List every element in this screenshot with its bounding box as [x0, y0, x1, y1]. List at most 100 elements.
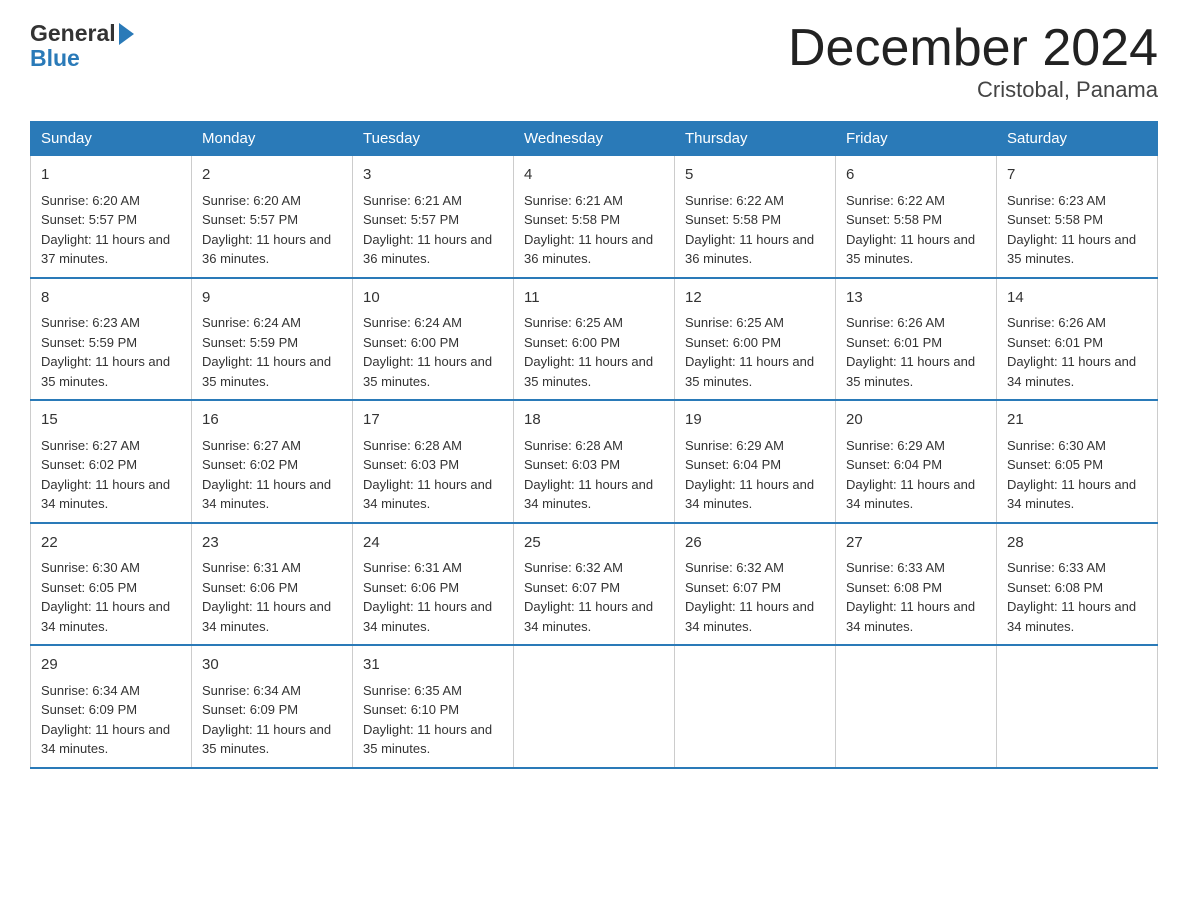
sunset-text: Sunset: 6:02 PM	[202, 457, 298, 472]
calendar-week-row: 1 Sunrise: 6:20 AM Sunset: 5:57 PM Daylight…	[31, 156, 1158, 278]
sunrise-text: Sunrise: 6:20 AM	[41, 193, 140, 208]
sunrise-text: Sunrise: 6:20 AM	[202, 193, 301, 208]
table-row: 27Sunrise: 6:33 AMSunset: 6:08 PMDayligh…	[836, 523, 997, 646]
sunset-text: Sunset: 5:59 PM	[41, 335, 137, 350]
sunset-text: Sunset: 6:03 PM	[363, 457, 459, 472]
sunset-text: Sunset: 6:07 PM	[685, 580, 781, 595]
sunrise-text: Sunrise: 6:26 AM	[846, 315, 945, 330]
daylight-text: Daylight: 11 hours and 34 minutes.	[846, 599, 975, 634]
day-number: 4	[524, 164, 664, 187]
day-number: 12	[685, 287, 825, 310]
table-row: 2 Sunrise: 6:20 AM Sunset: 5:57 PM Daylight…	[192, 156, 353, 278]
day-number: 27	[846, 532, 986, 555]
daylight-text: Daylight: 11 hours and 36 minutes.	[524, 232, 653, 267]
table-row	[997, 645, 1158, 768]
col-friday: Friday	[836, 122, 997, 156]
sunrise-text: Sunrise: 6:29 AM	[685, 438, 784, 453]
sunset-text: Sunset: 5:57 PM	[202, 212, 298, 227]
sunrise-text: Sunrise: 6:32 AM	[524, 560, 623, 575]
table-row: 29Sunrise: 6:34 AMSunset: 6:09 PMDayligh…	[31, 645, 192, 768]
col-thursday: Thursday	[675, 122, 836, 156]
table-row: 12 Sunrise: 6:25 AM Sunset: 6:00 PM Dayligh…	[675, 278, 836, 401]
sunset-text: Sunset: 5:59 PM	[202, 335, 298, 350]
daylight-text: Daylight: 11 hours and 35 minutes.	[685, 354, 814, 389]
sunrise-text: Sunrise: 6:34 AM	[202, 683, 301, 698]
table-row: 23Sunrise: 6:31 AMSunset: 6:06 PMDayligh…	[192, 523, 353, 646]
sunrise-text: Sunrise: 6:35 AM	[363, 683, 462, 698]
table-row: 22Sunrise: 6:30 AMSunset: 6:05 PMDayligh…	[31, 523, 192, 646]
daylight-text: Daylight: 11 hours and 34 minutes.	[524, 477, 653, 512]
day-number: 26	[685, 532, 825, 555]
day-number: 8	[41, 287, 181, 310]
daylight-text: Daylight: 11 hours and 36 minutes.	[363, 232, 492, 267]
sunrise-text: Sunrise: 6:30 AM	[1007, 438, 1106, 453]
daylight-text: Daylight: 11 hours and 37 minutes.	[41, 232, 170, 267]
daylight-text: Daylight: 11 hours and 34 minutes.	[363, 477, 492, 512]
day-number: 10	[363, 287, 503, 310]
sunset-text: Sunset: 6:00 PM	[685, 335, 781, 350]
sunset-text: Sunset: 6:03 PM	[524, 457, 620, 472]
sunrise-text: Sunrise: 6:32 AM	[685, 560, 784, 575]
page-header: General Blue December 2024 Cristobal, Pa…	[30, 20, 1158, 103]
sunset-text: Sunset: 5:58 PM	[1007, 212, 1103, 227]
sunrise-text: Sunrise: 6:24 AM	[363, 315, 462, 330]
day-number: 20	[846, 409, 986, 432]
sunrise-text: Sunrise: 6:31 AM	[363, 560, 462, 575]
day-number: 11	[524, 287, 664, 310]
sunrise-text: Sunrise: 6:23 AM	[41, 315, 140, 330]
daylight-text: Daylight: 11 hours and 36 minutes.	[202, 232, 331, 267]
day-number: 19	[685, 409, 825, 432]
table-row: 13Sunrise: 6:26 AMSunset: 6:01 PMDayligh…	[836, 278, 997, 401]
day-number: 18	[524, 409, 664, 432]
sunset-text: Sunset: 5:57 PM	[41, 212, 137, 227]
day-number: 21	[1007, 409, 1147, 432]
table-row: 28Sunrise: 6:33 AMSunset: 6:08 PMDayligh…	[997, 523, 1158, 646]
table-row: 20Sunrise: 6:29 AMSunset: 6:04 PMDayligh…	[836, 400, 997, 523]
table-row: 9Sunrise: 6:24 AMSunset: 5:59 PMDaylight…	[192, 278, 353, 401]
sunrise-text: Sunrise: 6:25 AM	[685, 315, 784, 330]
daylight-text: Daylight: 11 hours and 35 minutes.	[202, 354, 331, 389]
table-row: 17Sunrise: 6:28 AMSunset: 6:03 PMDayligh…	[353, 400, 514, 523]
daylight-text: Daylight: 11 hours and 35 minutes.	[202, 722, 331, 757]
daylight-text: Daylight: 11 hours and 34 minutes.	[202, 477, 331, 512]
sunrise-text: Sunrise: 6:31 AM	[202, 560, 301, 575]
table-row: 25Sunrise: 6:32 AMSunset: 6:07 PMDayligh…	[514, 523, 675, 646]
sunset-text: Sunset: 6:04 PM	[685, 457, 781, 472]
day-number: 28	[1007, 532, 1147, 555]
sunrise-text: Sunrise: 6:30 AM	[41, 560, 140, 575]
calendar-week-row: 29Sunrise: 6:34 AMSunset: 6:09 PMDayligh…	[31, 645, 1158, 768]
day-number: 7	[1007, 164, 1147, 187]
daylight-text: Daylight: 11 hours and 34 minutes.	[685, 477, 814, 512]
title-block: December 2024 Cristobal, Panama	[788, 20, 1158, 103]
day-number: 25	[524, 532, 664, 555]
table-row: 7Sunrise: 6:23 AMSunset: 5:58 PMDaylight…	[997, 156, 1158, 278]
table-row: 5Sunrise: 6:22 AMSunset: 5:58 PMDaylight…	[675, 156, 836, 278]
daylight-text: Daylight: 11 hours and 35 minutes.	[1007, 232, 1136, 267]
daylight-text: Daylight: 11 hours and 35 minutes.	[41, 354, 170, 389]
sunset-text: Sunset: 6:00 PM	[363, 335, 459, 350]
logo: General Blue	[30, 20, 134, 72]
day-number: 15	[41, 409, 181, 432]
sunset-text: Sunset: 6:09 PM	[202, 702, 298, 717]
table-row	[836, 645, 997, 768]
sunrise-text: Sunrise: 6:29 AM	[846, 438, 945, 453]
sunset-text: Sunset: 6:08 PM	[1007, 580, 1103, 595]
sunset-text: Sunset: 6:10 PM	[363, 702, 459, 717]
sunrise-text: Sunrise: 6:27 AM	[202, 438, 301, 453]
day-number: 2	[202, 164, 342, 187]
daylight-text: Daylight: 11 hours and 35 minutes.	[363, 722, 492, 757]
sunset-text: Sunset: 6:01 PM	[846, 335, 942, 350]
table-row: 24Sunrise: 6:31 AMSunset: 6:06 PMDayligh…	[353, 523, 514, 646]
table-row	[514, 645, 675, 768]
sunset-text: Sunset: 6:07 PM	[524, 580, 620, 595]
daylight-text: Daylight: 11 hours and 34 minutes.	[1007, 354, 1136, 389]
sunset-text: Sunset: 6:00 PM	[524, 335, 620, 350]
day-number: 13	[846, 287, 986, 310]
sunset-text: Sunset: 6:08 PM	[846, 580, 942, 595]
table-row: 16Sunrise: 6:27 AMSunset: 6:02 PMDayligh…	[192, 400, 353, 523]
daylight-text: Daylight: 11 hours and 34 minutes.	[41, 599, 170, 634]
col-tuesday: Tuesday	[353, 122, 514, 156]
day-number: 1	[41, 164, 181, 187]
day-number: 30	[202, 654, 342, 677]
sunrise-text: Sunrise: 6:22 AM	[846, 193, 945, 208]
